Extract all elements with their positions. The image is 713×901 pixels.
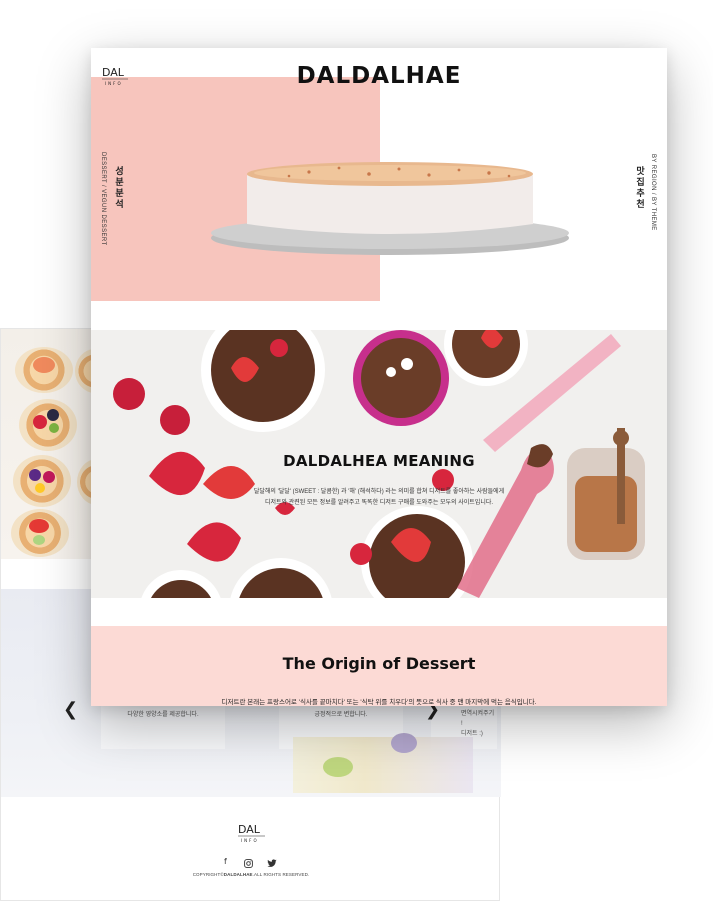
copyright-text: COPYRIGHT©DALDALHAE.ALL RIGHTS RESERVED. bbox=[1, 872, 501, 877]
fruit-tart-image bbox=[11, 509, 69, 557]
slider-card-text: 다양한 영양소를 제공합니다. bbox=[127, 712, 199, 718]
footer-logo[interactable]: DAL INFO bbox=[237, 821, 267, 845]
instagram-icon[interactable] bbox=[244, 859, 253, 868]
twitter-icon[interactable] bbox=[267, 859, 277, 868]
nav-restaurant-sub[interactable]: BY REGION / BY THEME bbox=[650, 154, 656, 231]
fruit-tart-image bbox=[15, 347, 73, 393]
slider-card-text: 면역시켜주기 ! bbox=[461, 711, 495, 727]
cake-image bbox=[211, 162, 569, 255]
nav-ingredient-sub[interactable]: DESSERT / VEGUN DESSERT bbox=[100, 152, 106, 246]
meaning-line: 디저트와 관련된 모든 정보를 알려주고 똑똑한 디저트 구매를 도와주는 모두… bbox=[264, 500, 494, 506]
copyright-brand: DALDALHAE bbox=[223, 872, 253, 877]
chevron-left-icon[interactable]: ❮ bbox=[63, 699, 78, 720]
origin-section: The Origin of Dessert 디저트란 본래는 프랑스어로 '식사… bbox=[91, 626, 667, 706]
origin-title: The Origin of Dessert bbox=[282, 654, 476, 673]
slider-card[interactable]: 다양한 영양소를 제공합니다. bbox=[101, 705, 225, 749]
facebook-icon[interactable]: f bbox=[224, 857, 227, 866]
fruit-tart-image bbox=[13, 455, 71, 507]
tart-photo-strip bbox=[1, 329, 93, 559]
footer-logo-sub: INFO bbox=[241, 838, 259, 843]
copyright-suffix: .ALL RIGHTS RESERVED. bbox=[252, 872, 310, 877]
dessert-photo-band: DALDALHEA MEANING 달달해의 '달달' (SWEET : 달콤한… bbox=[91, 330, 667, 598]
nav-ingredient-analysis[interactable]: 성분분석 bbox=[113, 166, 126, 210]
meaning-line: 달달해의 '달달' (SWEET : 달콤한) 과 '해' (해석하다) 라는 … bbox=[253, 489, 505, 495]
meaning-title: DALDALHEA MEANING bbox=[283, 452, 475, 470]
footer-logo-text: DAL bbox=[238, 823, 261, 836]
nav-restaurant-recommend[interactable]: 맛집추천 bbox=[634, 166, 647, 210]
main-page-preview: DAL INFO DALDALHAE 성분분석 DESSERT / VEGUN … bbox=[91, 48, 667, 706]
meaning-description: 달달해의 '달달' (SWEET : 달콤한) 과 '해' (해석하다) 라는 … bbox=[241, 487, 517, 509]
macaron-photo bbox=[293, 733, 473, 793]
origin-description: 디저트란 본래는 프랑스어로 '식사를 끝마치다' 또는 '식탁 위를 치우다'… bbox=[221, 699, 537, 706]
slider-card-text: 긍정적으로 변합니다. bbox=[314, 712, 368, 718]
fruit-tart-image bbox=[19, 399, 77, 451]
copyright-prefix: COPYRIGHT© bbox=[192, 872, 224, 877]
brand-title: DALDALHAE bbox=[296, 63, 462, 89]
